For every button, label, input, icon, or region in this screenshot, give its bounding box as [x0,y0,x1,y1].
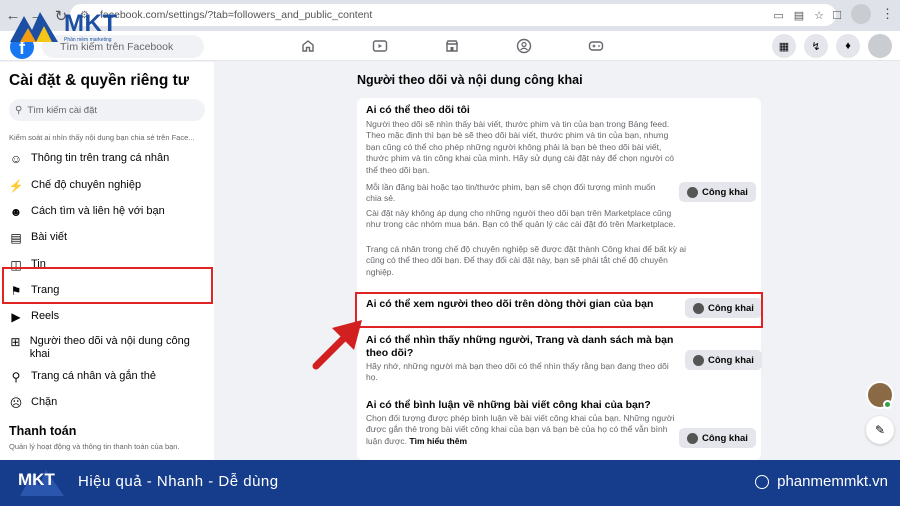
globe-icon [693,354,704,366]
settings-sidebar: Cài đặt & quyền riêng tư ⚲ Tìm kiếm cài … [0,62,214,460]
sidebar-item-blocking[interactable]: ☹ Chặn [8,396,58,410]
video-icon[interactable] [370,37,390,55]
home-icon[interactable] [298,37,318,55]
promo-banner: MKT Hiệu quả - Nhanh - Dễ dùng phanmemmk… [0,460,900,506]
extensions-icon[interactable]: □ [833,7,841,22]
banner-tagline: Hiệu quả - Nhanh - Dễ dùng [78,473,279,490]
menu-grid-icon[interactable]: ▦ [772,34,796,58]
sidebar-highlight-box [2,267,213,304]
url-text: facebook.com/settings/?tab=followers_and… [100,9,373,21]
install-app-icon[interactable]: ▭ [773,9,783,22]
followers-icon: ⊞ [10,335,21,349]
audience-label: Công khai [702,432,748,444]
facebook-nav-tabs [298,37,606,55]
sidebar-item-label: Reels [31,310,60,322]
messenger-icon[interactable]: ↯ [804,34,828,58]
new-message-icon[interactable]: ✎ [866,416,894,444]
browser-menu-icon[interactable]: ⋮ [881,6,894,22]
sidebar-item-reels[interactable]: ▶ Reels [8,310,59,324]
sidebar-section-title-payments: Thanh toán [9,424,77,438]
red-arrow-annotation-icon [312,320,362,370]
setting-title-who-can-see-following: Ai có thể nhìn thấy những người, Trang v… [366,334,674,359]
banner-website-text: phanmemmkt.vn [777,473,888,490]
banner-logo-text: MKT [18,470,55,489]
posts-icon: ▤ [10,231,22,245]
contact-icon: ☻ [9,205,23,219]
sidebar-item-label: Trang cá nhân và gắn thẻ [31,370,156,382]
bookmark-star-icon[interactable]: ☆ [814,9,824,22]
block-icon: ☹ [9,396,23,410]
setting-desc-who-can-follow-2: Mỗi lần đăng bài hoặc tạo tin/thước phim… [366,182,656,204]
sidebar-section-desc-payments: Quản lý hoạt động và thông tin thanh toá… [9,442,180,451]
sidebar-item-label: Người theo dõi và nội dung công khai [29,335,190,360]
screenshot-root: ← → ↻ ⚙ facebook.com/settings/?tab=follo… [0,0,900,506]
setting-desc-who-can-see-following: Hãy nhớ, những người mà bạn theo dõi có … [366,361,669,383]
sidebar-item-label: Cách tìm và liên hệ với bạn [31,205,165,217]
setting-title-who-can-comment: Ai có thể bình luận về những bài viết cô… [366,399,651,411]
settings-search-input[interactable]: ⚲ Tìm kiếm cài đặt [9,99,205,121]
browser-profile-avatar[interactable] [851,4,871,24]
setting-title-who-can-follow: Ai có thể theo dõi tôi [366,104,470,116]
marketplace-icon[interactable] [442,37,462,55]
sidebar-item-professional-mode[interactable]: ⚡ Chế độ chuyên nghiệp [8,179,142,193]
groups-icon[interactable] [514,37,534,55]
translate-icon[interactable]: ▤ [794,9,804,22]
tag-icon: ⚲ [11,370,21,384]
browser-right-actions: □ ⋮ [833,4,894,24]
sidebar-title: Cài đặt & quyền riêng tư [9,72,190,89]
mkt-logo-mark-icon [10,12,58,42]
sidebar-item-label: Thông tin trên trang cá nhân [31,152,170,164]
setting-desc-who-can-follow-4: Trang cá nhân trong chế độ chuyên nghiệp… [366,244,686,277]
account-avatar[interactable] [868,34,892,58]
audience-label: Công khai [702,186,748,198]
audience-button-following-list[interactable]: Công khai [685,350,762,370]
sidebar-item-profile-info[interactable]: ☺ Thông tin trên trang cá nhân [8,152,169,166]
setting-desc-who-can-follow-3: Cài đặt này không áp dụng cho những ngườ… [366,208,676,230]
sidebar-item-label: Chế độ chuyên nghiệp [31,179,142,191]
sidebar-item-label: Chặn [31,396,58,408]
online-status-dot [883,400,892,409]
page-title: Người theo dõi và nội dung công khai [357,73,583,87]
sidebar-item-find-contact[interactable]: ☻ Cách tìm và liên hệ với bạn [8,205,165,219]
gaming-icon[interactable] [586,37,606,55]
facebook-header-actions: ▦ ↯ ♦ [772,34,892,58]
sidebar-item-posts[interactable]: ▤ Bài viết [8,231,67,245]
globe-icon [755,474,770,489]
professional-icon: ⚡ [8,179,24,193]
setting-desc-who-can-follow-1: Người theo dõi sẽ nhìn thấy bài viết, th… [366,119,674,175]
mkt-logo-subtitle: Phần mềm marketing [64,37,112,43]
mkt-watermark-logo: MKT Phần mềm marketing [6,6,136,48]
setting-desc-who-can-comment: Chọn đối tượng được phép bình luận về bà… [366,413,676,447]
bell-icon[interactable]: ♦ [836,34,860,58]
audience-button-comments[interactable]: Công khai [679,428,756,448]
address-bar-actions: ▭ ▤ ☆ [773,9,824,22]
globe-icon [687,186,698,198]
audience-button-followers[interactable]: Công khai [679,182,756,202]
learn-more-link[interactable]: Tìm hiểu thêm [409,436,467,446]
banner-website: phanmemmkt.vn [755,473,888,490]
sidebar-item-followers-public-content[interactable]: ⊞ Người theo dõi và nội dung công khai [8,335,198,361]
sidebar-item-profile-tagging[interactable]: ⚲ Trang cá nhân và gắn thẻ [8,370,156,384]
search-icon: ⚲ [15,104,23,116]
row-highlight-box [355,292,763,328]
profile-icon: ☺ [9,152,23,166]
audience-label: Công khai [708,354,754,366]
sidebar-item-label: Bài viết [31,231,68,243]
mkt-logo-text: MKT [64,10,118,37]
address-bar[interactable]: ⚙ facebook.com/settings/?tab=followers_a… [70,4,836,26]
globe-icon [687,432,698,444]
reels-icon: ▶ [11,310,21,324]
settings-search-placeholder: Tìm kiếm cài đặt [27,104,98,116]
sidebar-section-description: Kiểm soát ai nhìn thấy nội dung bạn chia… [9,133,195,142]
